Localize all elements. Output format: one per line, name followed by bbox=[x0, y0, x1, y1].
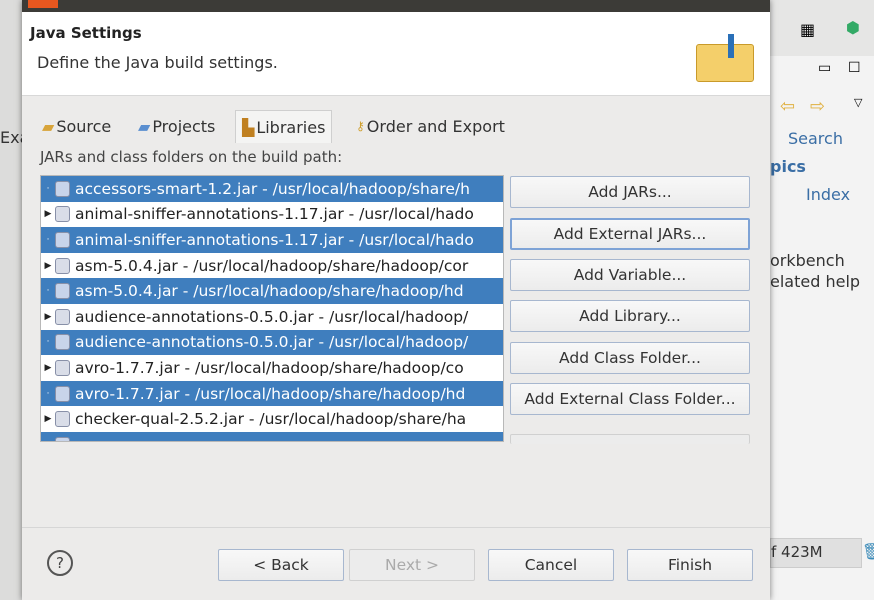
jar-entry[interactable]: ▶ audience-annotations-0.5.0.jar - /usr/l… bbox=[41, 304, 503, 330]
jar-label: animal-sniffer-annotations-1.17.jar - /u… bbox=[75, 230, 474, 249]
back-arrow-icon[interactable]: ⇦ bbox=[780, 96, 795, 117]
footer-separator bbox=[22, 527, 770, 528]
maximize-icon[interactable]: ☐ bbox=[848, 60, 861, 76]
jar-entry[interactable]: · asm-5.0.4.jar - /usr/local/hadoop/share… bbox=[41, 278, 503, 304]
side-button-add-library[interactable]: Add Library... bbox=[510, 300, 750, 332]
bullet-icon[interactable]: · bbox=[41, 235, 55, 245]
jar-label: asm-5.0.4.jar - /usr/local/hadoop/share/… bbox=[75, 256, 469, 275]
jar-label: audience-annotations-0.5.0.jar - /usr/lo… bbox=[75, 307, 469, 326]
tab-order-and-export[interactable]: ⚷ Order and Export bbox=[350, 110, 511, 142]
jar-entry[interactable]: · accessors-smart-1.2.jar - /usr/local/ha… bbox=[41, 176, 503, 202]
minimize-icon[interactable]: ▭ bbox=[818, 60, 831, 76]
projects-folder-icon: ▰ bbox=[138, 116, 151, 136]
ide-toolbar: ▦ ⬢ bbox=[770, 0, 874, 56]
jar-icon bbox=[55, 385, 70, 402]
bullet-icon[interactable]: · bbox=[41, 440, 55, 441]
bullet-icon[interactable]: · bbox=[41, 286, 55, 296]
jar-entry[interactable]: ▶ asm-5.0.4.jar - /usr/local/hadoop/share… bbox=[41, 253, 503, 279]
side-button-add-external-class-folder[interactable]: Add External Class Folder... bbox=[510, 383, 750, 415]
folder-wizard-icon bbox=[692, 34, 756, 82]
jar-entry[interactable]: ▶ animal-sniffer-annotations-1.17.jar - /… bbox=[41, 202, 503, 228]
background-left-pane: Exa bbox=[0, 0, 29, 600]
view-menu-icon[interactable]: ▽ bbox=[854, 96, 862, 109]
help-icon[interactable]: ? bbox=[47, 550, 73, 576]
jar-icon bbox=[55, 359, 70, 376]
side-button-add-variable[interactable]: Add Variable... bbox=[510, 259, 750, 291]
jar-icon bbox=[55, 180, 70, 197]
expand-arrow-icon[interactable]: ▶ bbox=[41, 209, 55, 219]
partial-button bbox=[510, 434, 750, 444]
jar-entry[interactable]: · avro-1.7.7.jar - /usr/local/hadoop/shar… bbox=[41, 380, 503, 407]
order-export-icon: ⚷ bbox=[356, 119, 365, 133]
index-link[interactable]: Index bbox=[806, 185, 850, 204]
expand-arrow-icon[interactable]: ▶ bbox=[41, 363, 55, 373]
jar-icon bbox=[55, 334, 70, 351]
tab-libraries[interactable]: ▙ Libraries bbox=[235, 110, 333, 143]
gc-trash-icon[interactable]: 🗑 bbox=[862, 542, 874, 561]
bullet-icon[interactable]: · bbox=[41, 184, 55, 194]
help-text: elated help bbox=[770, 272, 861, 291]
back-button[interactable]: < Back bbox=[218, 549, 344, 581]
jar-label: accessors-smart-1.2.jar - /usr/local/had… bbox=[75, 179, 470, 198]
jar-icon bbox=[55, 308, 70, 325]
page-description: Define the Java build settings. bbox=[37, 53, 278, 72]
jar-label: checker-qual-2.5.2.jar - /usr/local/hado… bbox=[75, 410, 467, 429]
dialog-header: Java Settings Define the Java build sett… bbox=[22, 12, 770, 96]
java-perspective-icon[interactable]: ⬢ bbox=[846, 18, 860, 37]
jar-icon bbox=[55, 283, 70, 300]
jar-entry[interactable]: · bbox=[41, 431, 503, 441]
heap-text: f 423M bbox=[771, 543, 823, 561]
new-java-project-dialog: Java Settings Define the Java build sett… bbox=[22, 0, 770, 600]
dialog-titlebar bbox=[22, 0, 770, 12]
perspective-icon[interactable]: ▦ bbox=[800, 20, 815, 39]
help-text: orkbench bbox=[770, 251, 845, 270]
forward-arrow-icon[interactable]: ⇨ bbox=[810, 96, 825, 117]
tab-source[interactable]: ▰ Source bbox=[36, 110, 117, 142]
topics-link[interactable]: pics bbox=[770, 157, 806, 176]
source-icon: ▰ bbox=[42, 116, 55, 136]
jar-icon bbox=[55, 257, 70, 274]
next-button[interactable]: Next > bbox=[349, 549, 475, 581]
libraries-icon: ▙ bbox=[242, 117, 255, 137]
jar-entry[interactable]: · animal-sniffer-annotations-1.17.jar - /… bbox=[41, 227, 503, 253]
heap-status: f 423M bbox=[770, 538, 862, 568]
jar-entry[interactable]: ▶ checker-qual-2.5.2.jar - /usr/local/had… bbox=[41, 406, 503, 432]
jar-label: animal-sniffer-annotations-1.17.jar - /u… bbox=[75, 205, 474, 224]
build-path-label: JARs and class folders on the build path… bbox=[40, 148, 343, 166]
jar-label: audience-annotations-0.5.0.jar - /usr/lo… bbox=[75, 333, 469, 352]
expand-arrow-icon[interactable]: ▶ bbox=[41, 414, 55, 424]
cancel-button[interactable]: Cancel bbox=[488, 549, 614, 581]
close-button[interactable] bbox=[28, 0, 58, 8]
expand-arrow-icon[interactable]: ▶ bbox=[41, 261, 55, 271]
search-link[interactable]: Search bbox=[788, 129, 843, 148]
page-title: Java Settings bbox=[30, 24, 142, 42]
build-path-tree[interactable]: · accessors-smart-1.2.jar - /usr/local/ha… bbox=[40, 175, 504, 442]
finish-button[interactable]: Finish bbox=[627, 549, 753, 581]
jar-icon bbox=[55, 436, 70, 441]
jar-icon bbox=[55, 206, 70, 223]
jar-entry[interactable]: ▶ avro-1.7.7.jar - /usr/local/hadoop/shar… bbox=[41, 355, 503, 381]
tab-label: Libraries bbox=[256, 117, 326, 137]
bullet-icon[interactable]: · bbox=[41, 389, 55, 399]
tab-label: Projects bbox=[152, 116, 216, 136]
bullet-icon[interactable]: · bbox=[41, 337, 55, 347]
jar-entry[interactable]: · audience-annotations-0.5.0.jar - /usr/l… bbox=[41, 329, 503, 356]
side-button-add-class-folder[interactable]: Add Class Folder... bbox=[510, 342, 750, 374]
jar-label: avro-1.7.7.jar - /usr/local/hadoop/share… bbox=[75, 384, 466, 403]
tab-projects[interactable]: ▰ Projects bbox=[132, 110, 221, 142]
jar-icon bbox=[55, 231, 70, 248]
tab-label: Source bbox=[56, 116, 112, 136]
tab-label: Order and Export bbox=[366, 116, 505, 136]
background-help-pane: ▦ ⬢ ▭ ☐ ⇦ ⇨ ▽ Search pics Index orkbench… bbox=[770, 0, 874, 600]
jar-label: avro-1.7.7.jar - /usr/local/hadoop/share… bbox=[75, 358, 464, 377]
side-button-add-external-jars[interactable]: Add External JARs... bbox=[510, 218, 750, 250]
side-button-add-jars[interactable]: Add JARs... bbox=[510, 176, 750, 208]
expand-arrow-icon[interactable]: ▶ bbox=[41, 312, 55, 322]
jar-label: asm-5.0.4.jar - /usr/local/hadoop/share/… bbox=[75, 282, 464, 301]
jar-icon bbox=[55, 411, 70, 428]
